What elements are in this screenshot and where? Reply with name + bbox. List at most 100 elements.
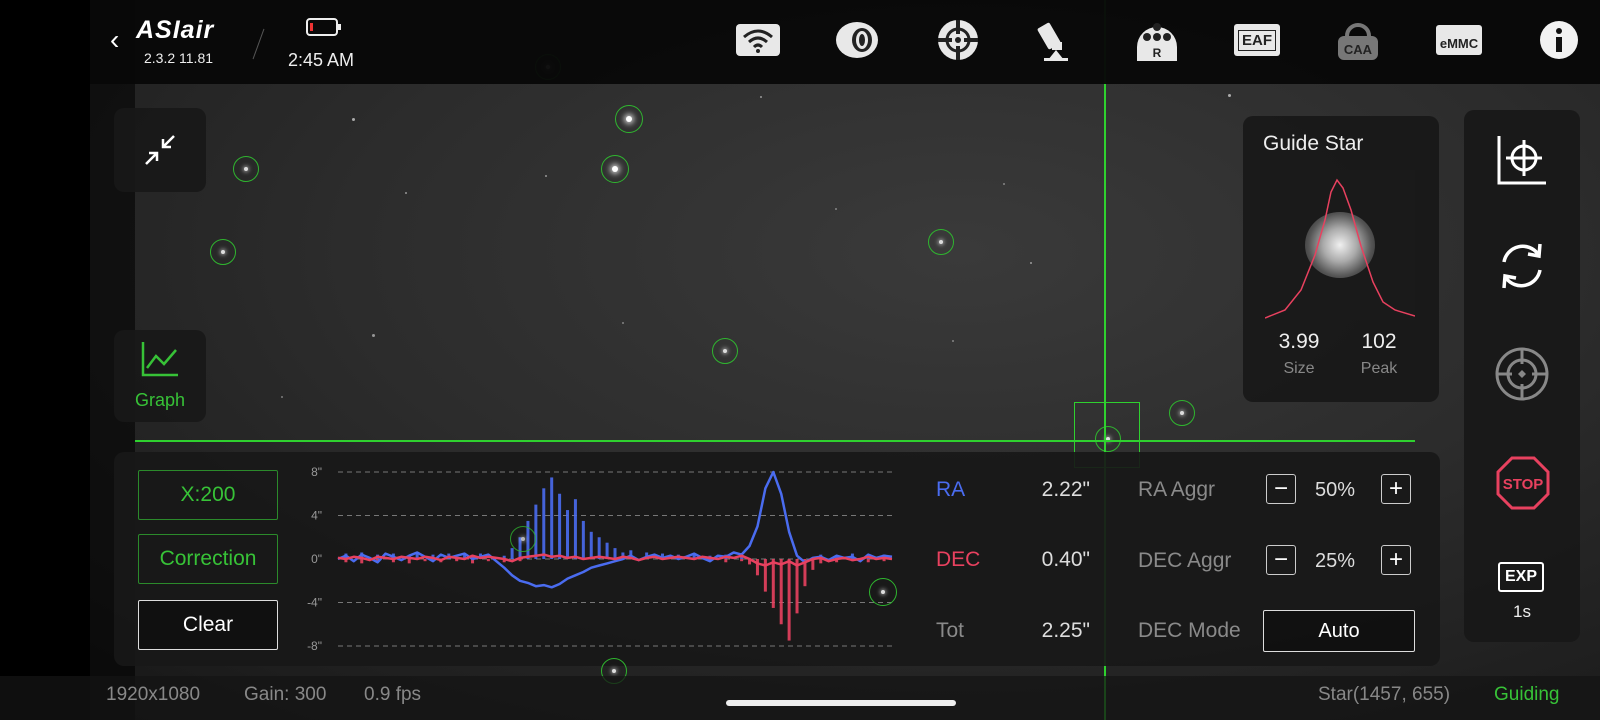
ra-aggr-value: 50% — [1314, 479, 1356, 501]
faint-star — [1003, 183, 1005, 185]
y-tick-label: -8" — [307, 639, 322, 652]
y-tick-label: 4" — [311, 509, 322, 523]
y-tick-label: 0" — [311, 552, 322, 566]
detected-star[interactable] — [233, 156, 259, 182]
ra-correction-bar — [510, 548, 514, 559]
info-icon[interactable] — [1534, 18, 1584, 62]
right-control-panel: STOP EXP 1s — [1464, 110, 1580, 642]
exposure-button[interactable]: EXP — [1498, 562, 1544, 592]
dec-correction-bar — [455, 559, 459, 562]
ra-aggr-minus-button[interactable]: − — [1266, 474, 1296, 504]
app-version: 2.3.2 11.81 — [144, 50, 214, 66]
star-size-label: Size — [1283, 360, 1315, 377]
ra-label: RA — [936, 478, 966, 501]
dec-aggr-value: 25% — [1314, 550, 1356, 572]
dec-aggr-label: DEC Aggr — [1138, 549, 1232, 572]
ra-correction-bar — [558, 493, 562, 559]
eaf-icon[interactable]: EAF — [1232, 18, 1282, 62]
telescope-icon[interactable] — [1031, 18, 1081, 62]
home-indicator[interactable] — [726, 700, 956, 706]
ra-correction-bar — [550, 477, 554, 559]
app-logo: ASIair — [136, 16, 215, 44]
clock: 2:45 AM — [288, 50, 355, 70]
fps-status: 0.9 fps — [364, 684, 422, 705]
clear-button[interactable]: Clear — [138, 600, 278, 650]
faint-star — [760, 96, 762, 98]
graph-button[interactable]: Graph — [114, 330, 206, 422]
ra-correction-bar — [589, 531, 593, 559]
correction-button[interactable]: Correction — [138, 534, 278, 584]
faint-star — [1228, 94, 1231, 97]
detected-star[interactable] — [869, 578, 897, 606]
gain-status: Gain: 300 — [244, 684, 327, 705]
crosshair-horizontal — [135, 440, 1415, 442]
dec-aggr-minus-button[interactable]: − — [1266, 545, 1296, 575]
guide-star-title: Guide Star — [1263, 132, 1364, 155]
dec-correction-bar — [787, 559, 791, 641]
guide-icon[interactable] — [933, 18, 983, 62]
error-lines — [337, 470, 893, 589]
collapse-icon — [145, 135, 175, 165]
dec-mode-label: DEC Mode — [1138, 619, 1241, 642]
filter-wheel-icon[interactable]: R — [1132, 18, 1182, 62]
x-scale-button[interactable]: X:200 — [138, 470, 278, 520]
detected-star[interactable] — [210, 239, 236, 265]
ra-correction-bar — [542, 488, 546, 559]
dec-value: 0.40" — [1041, 548, 1090, 571]
wifi-icon[interactable] — [733, 18, 783, 62]
calibrate-icon[interactable] — [1496, 134, 1548, 186]
dec-correction-bar — [407, 559, 411, 564]
detected-star[interactable] — [1169, 400, 1195, 426]
dec-correction-bar — [740, 559, 744, 562]
dec-aggr-plus-button[interactable]: + — [1381, 545, 1411, 575]
dec-correction-bar — [724, 559, 728, 563]
detected-star[interactable] — [712, 338, 738, 364]
ra-error-line — [337, 470, 893, 589]
collapse-button[interactable] — [114, 108, 206, 192]
dec-mode-select[interactable]: Auto — [1263, 610, 1415, 652]
guide-graph[interactable]: 8" 4" 0" -4" -8" — [300, 466, 910, 652]
ra-correction-bar — [534, 504, 538, 559]
ra-correction-bar — [573, 499, 577, 559]
faint-star — [281, 396, 283, 398]
detected-star[interactable] — [510, 526, 536, 552]
faint-star — [352, 118, 355, 121]
dec-correction-bar — [866, 559, 870, 563]
left-black-band — [0, 0, 90, 720]
detected-star[interactable] — [928, 229, 954, 255]
ra-correction-bar — [566, 510, 570, 559]
dec-correction-bar — [795, 559, 799, 614]
guide-star-profile — [1265, 170, 1415, 320]
target-icon[interactable] — [1494, 346, 1550, 402]
ra-correction-bar — [581, 520, 585, 559]
graph-icon — [141, 342, 178, 377]
back-chevron-icon[interactable]: ‹ — [110, 24, 119, 56]
detected-star[interactable] — [601, 155, 629, 183]
faint-star — [952, 340, 954, 342]
guiding-status: Guiding — [1494, 684, 1560, 705]
dec-correction-bar — [486, 559, 490, 562]
star-size-value: 3.99 — [1278, 330, 1320, 353]
ra-correction-bar — [613, 548, 617, 559]
dec-correction-bar — [423, 559, 427, 562]
ra-aggr-plus-button[interactable]: + — [1381, 474, 1411, 504]
faint-star — [622, 322, 624, 324]
dec-correction-bar — [360, 559, 364, 564]
y-tick-label: 8" — [311, 466, 322, 479]
resolution-status: 1920x1080 — [106, 684, 201, 705]
svg-text:R: R — [1153, 46, 1162, 60]
faint-star — [372, 334, 375, 337]
camera-icon[interactable] — [832, 18, 882, 62]
faint-star — [545, 175, 547, 177]
y-ticks: 8" 4" 0" -4" -8" — [307, 466, 322, 652]
guide-star-panel: Guide Star 3.99 Size 102 Peak — [1243, 116, 1439, 402]
caa-icon[interactable]: CAA — [1333, 18, 1383, 62]
dec-correction-bar — [882, 559, 886, 562]
refresh-icon[interactable] — [1496, 240, 1548, 292]
star-peak-label: Peak — [1360, 360, 1398, 377]
emmc-icon[interactable]: eMMC — [1434, 18, 1484, 62]
battery-icon — [306, 18, 341, 36]
detected-star[interactable] — [615, 105, 643, 133]
stop-button[interactable]: STOP — [1496, 456, 1550, 510]
ra-value: 2.22" — [1041, 478, 1090, 501]
